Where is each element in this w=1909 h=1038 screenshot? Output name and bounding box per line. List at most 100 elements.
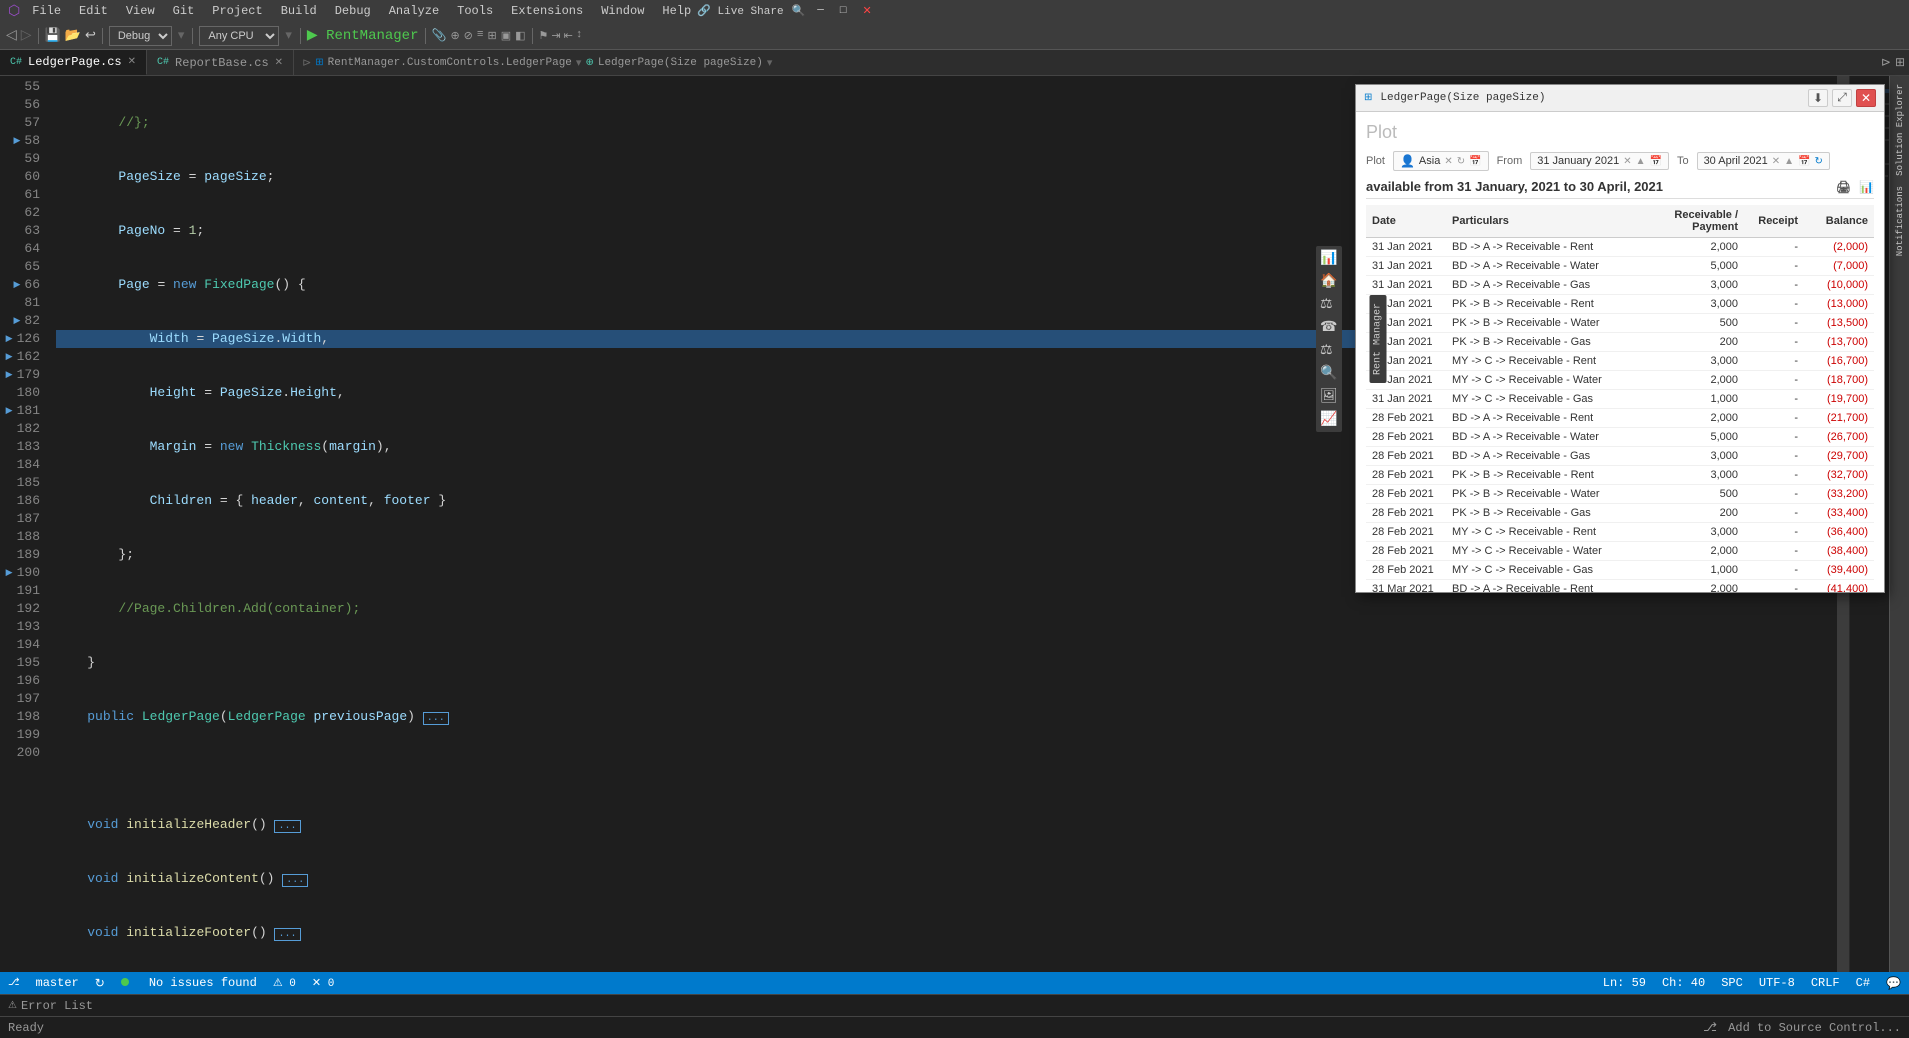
toolbar-icon-1[interactable]: ⊕ [450, 29, 459, 43]
toolbar-step3-icon[interactable]: ↕ [576, 29, 583, 43]
close-button[interactable]: ✕ [858, 4, 875, 18]
from-date-input[interactable]: 31 January 2021 ✕ ▲ 📅 [1530, 152, 1669, 170]
tab-right-icon1[interactable]: ⊳ [1881, 55, 1891, 70]
maximize-button[interactable]: □ [836, 5, 851, 17]
tab-ledgerpage[interactable]: C# LedgerPage.cs ✕ [0, 50, 147, 75]
line-numbers: 55 56 57 ▶58 59 60 61 62 63 64 65 ▶66 81… [0, 76, 48, 972]
col-balance: Balance [1804, 205, 1874, 238]
to-date-clear[interactable]: ✕ [1772, 156, 1780, 167]
toolbar-icon-2[interactable]: ⊘ [464, 29, 473, 43]
toolbar-flag-icon[interactable]: ⚑ [539, 29, 549, 43]
tab-right-icon2[interactable]: ⊞ [1895, 55, 1905, 70]
app-menu-git[interactable]: Git [167, 4, 201, 18]
region-refresh-icon[interactable]: ↻ [1457, 156, 1465, 167]
rent-manager-vertical-tab[interactable]: Rent Manager [1370, 294, 1387, 382]
report-export-icon[interactable]: 📊 [1859, 180, 1874, 194]
to-date-up-icon[interactable]: ▲ [1784, 156, 1794, 167]
region-clear-icon[interactable]: ✕ [1444, 156, 1452, 167]
toolbar-more-icons: ⚑ ⇥ ⇤ ↕ [539, 29, 583, 43]
toolbar-step2-icon[interactable]: ⇤ [564, 29, 573, 43]
app-menu-edit[interactable]: Edit [73, 4, 114, 18]
table-row: 31 Jan 2021 MY -> C -> Receivable - Gas … [1366, 390, 1874, 409]
row-particulars: PK -> B -> Receivable - Rent [1446, 295, 1654, 314]
toolbar-icon-4[interactable]: ⊞ [488, 29, 497, 43]
toolbar-undo-icon[interactable]: ↩ [85, 28, 96, 43]
app-menu-build[interactable]: Build [275, 4, 323, 18]
tab-bar: C# LedgerPage.cs ✕ C# ReportBase.cs ✕ ⊳ … [0, 50, 1909, 76]
app-menu-analyze[interactable]: Analyze [383, 4, 445, 18]
cpu-target-dropdown[interactable]: Any CPU [199, 26, 279, 46]
row-payment: 3,000 [1654, 447, 1744, 466]
region-calendar-icon[interactable]: 📅 [1469, 156, 1481, 167]
live-share-button[interactable]: 🔗 Live Share [697, 4, 783, 18]
toolbar-attach-icon[interactable]: 📎 [432, 28, 447, 43]
app-menu-extensions[interactable]: Extensions [505, 4, 589, 18]
tab-reportbase-label: ReportBase.cs [175, 56, 269, 70]
panel-icon-7[interactable]: 🖼 [1320, 388, 1338, 405]
tab-reportbase-close[interactable]: ✕ [275, 57, 283, 69]
play-button[interactable]: ▶ RentManager [307, 27, 419, 44]
to-date-calendar-icon[interactable]: 📅 [1798, 156, 1810, 167]
row-payment: 2,000 [1654, 409, 1744, 428]
table-row: 31 Jan 2021 PK -> B -> Receivable - Gas … [1366, 333, 1874, 352]
app-menu-debug[interactable]: Debug [329, 4, 377, 18]
row-receipt: - [1744, 485, 1804, 504]
app-menu-window[interactable]: Window [595, 4, 650, 18]
tab-ledgerpage-close[interactable]: ✕ [128, 56, 136, 68]
status-error-icon[interactable]: ✕ 0 [312, 976, 334, 990]
row-payment: 500 [1654, 485, 1744, 504]
from-date-clear[interactable]: ✕ [1623, 156, 1631, 167]
error-list-bar[interactable]: ⚠ Error List [0, 994, 1909, 1016]
row-balance: (7,000) [1804, 257, 1874, 276]
row-receipt: - [1744, 371, 1804, 390]
toolbar-back-icon[interactable]: ◁ [6, 27, 17, 44]
row-particulars: MY -> C -> Receivable - Gas [1446, 390, 1654, 409]
row-particulars: PK -> B -> Receivable - Water [1446, 485, 1654, 504]
preview-download-btn[interactable]: ⬇ [1808, 89, 1828, 107]
preview-close-btn[interactable]: ✕ [1856, 89, 1876, 107]
toolbar-icon-5[interactable]: ▣ [501, 29, 511, 43]
panel-icon-2[interactable]: 🏠 [1320, 273, 1338, 290]
row-date: 28 Feb 2021 [1366, 504, 1446, 523]
from-date-up-icon[interactable]: ▲ [1636, 156, 1646, 167]
status-warning-icon[interactable]: ⚠ 0 [273, 976, 296, 990]
report-print-icon[interactable]: 🖨 [1836, 180, 1851, 194]
tab-reportbase[interactable]: C# ReportBase.cs ✕ [147, 50, 294, 75]
to-date-refresh-icon[interactable]: ↻ [1815, 156, 1823, 167]
app-menu-view[interactable]: View [120, 4, 161, 18]
panel-icon-1[interactable]: 📊 [1320, 250, 1338, 267]
minimize-button[interactable]: ─ [813, 5, 828, 17]
panel-icon-8[interactable]: 📈 [1320, 411, 1338, 428]
panel-icon-5[interactable]: ⚖ [1320, 342, 1338, 359]
region-filter[interactable]: 👤 Asia ✕ ↻ 📅 [1393, 151, 1489, 171]
preview-expand-btn[interactable]: ⤢ [1832, 89, 1852, 107]
app-menu-project[interactable]: Project [206, 4, 268, 18]
status-feedback-icon[interactable]: 💬 [1886, 976, 1901, 991]
notifications-btn[interactable]: Notifications [1893, 182, 1907, 260]
app-menu-help[interactable]: Help [656, 4, 697, 18]
search-icon[interactable]: 🔍 [792, 4, 806, 18]
toolbar-icon-6[interactable]: ◧ [515, 29, 525, 43]
panel-icon-6[interactable]: 🔍 [1320, 365, 1338, 382]
panel-icon-4[interactable]: ☎ [1320, 319, 1338, 336]
toolbar-icon-3[interactable]: ≡ [477, 29, 484, 43]
app-menu-tools[interactable]: Tools [451, 4, 499, 18]
panel-icon-3[interactable]: ⚖ [1320, 296, 1338, 313]
solution-explorer-btn[interactable]: Solution Explorer [1893, 80, 1907, 180]
table-row: 31 Jan 2021 MY -> C -> Receivable - Rent… [1366, 352, 1874, 371]
debug-config-dropdown[interactable]: Debug [109, 26, 172, 46]
toolbar-step-icon[interactable]: ⇥ [551, 29, 560, 43]
from-date-calendar-icon[interactable]: 📅 [1649, 156, 1661, 167]
toolbar-save-icon[interactable]: 💾 [45, 28, 61, 43]
row-receipt: - [1744, 504, 1804, 523]
bottom-bar: Ready ⎇ Add to Source Control... [0, 1016, 1909, 1038]
row-particulars: BD -> A -> Receivable - Gas [1446, 276, 1654, 295]
toolbar-forward-icon[interactable]: ▷ [21, 27, 32, 44]
add-to-source-btn[interactable]: ⎇ Add to Source Control... [1703, 1020, 1901, 1035]
to-date-input[interactable]: 30 April 2021 ✕ ▲ 📅 ↻ [1697, 152, 1830, 170]
status-refresh-icon[interactable]: ↻ [95, 976, 105, 991]
row-receipt: - [1744, 257, 1804, 276]
app-menu-file[interactable]: File [26, 4, 67, 18]
row-balance: (41,400) [1804, 580, 1874, 593]
toolbar-open-icon[interactable]: 📂 [65, 28, 81, 43]
